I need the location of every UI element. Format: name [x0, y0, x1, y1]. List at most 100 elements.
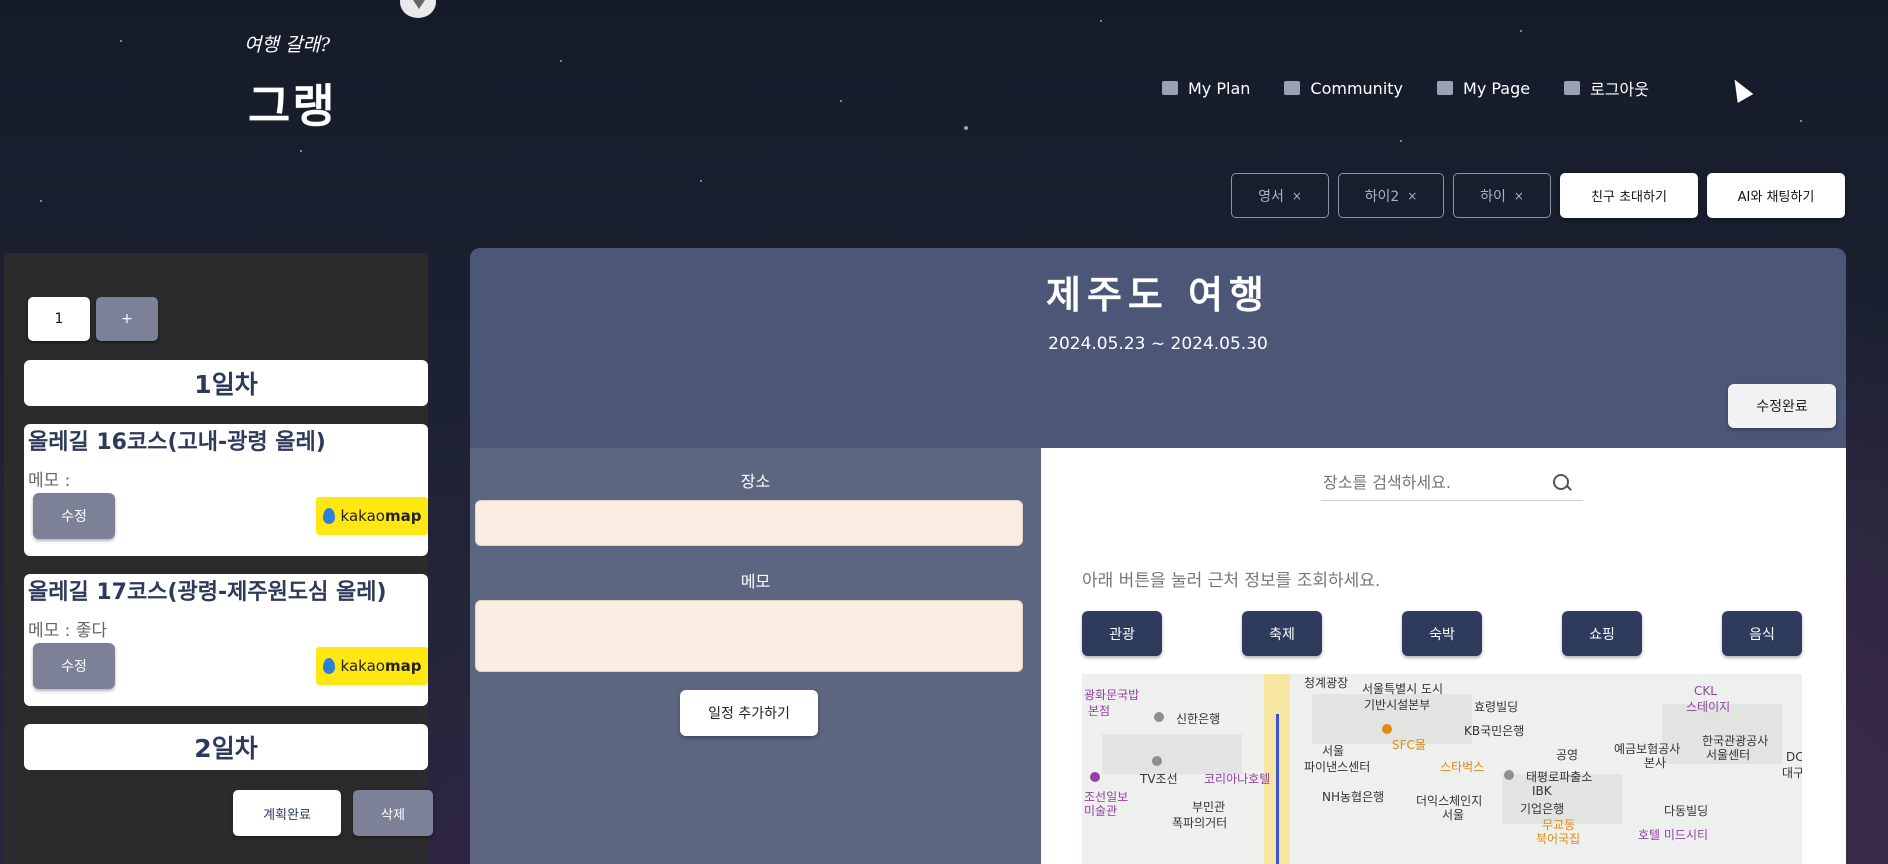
map-label: NH농협은행 [1322, 790, 1385, 804]
place-input[interactable] [475, 500, 1023, 546]
nav-my-page[interactable]: My Page [1437, 76, 1530, 100]
map-label: TV조선 [1140, 772, 1178, 786]
map-label: 청계광장 [1304, 676, 1349, 690]
edit-button[interactable]: 수정 [33, 493, 115, 539]
itinerary-sidebar: 1 + [4, 253, 428, 864]
map-label: 스타벅스 [1440, 760, 1485, 774]
category-food-button[interactable]: 음식 [1722, 611, 1802, 656]
map-label: 서울 [1322, 744, 1345, 758]
nav-label: My Page [1463, 78, 1531, 98]
map-label: 스테이지 [1686, 700, 1731, 714]
schedule-title: 올레길 16코스(고내-광령 올레) [28, 430, 326, 455]
invite-friend-button[interactable]: 친구 초대하기 [1560, 173, 1698, 218]
map-label: SFC몰 [1392, 738, 1426, 752]
trip-title: 제주도 여행 [1045, 273, 1271, 317]
trip-header: 제주도 여행 2024.05.23 ~ 2024.05.30 수정완료 [470, 248, 1846, 448]
nav-label: Community [1310, 78, 1404, 98]
add-day-button[interactable]: + [96, 297, 158, 341]
map-label: 기업은행 [1520, 802, 1565, 816]
map-label: 본사 [1644, 756, 1667, 770]
friend-name: 하이 [1480, 188, 1506, 205]
trip-dates: 2024.05.23 ~ 2024.05.30 [1048, 334, 1268, 354]
map-label: 미술관 [1084, 804, 1118, 818]
friend-name: 영서 [1258, 188, 1284, 205]
friend-name: 하이2 [1364, 188, 1400, 205]
map-label: 신한은행 [1176, 712, 1221, 726]
place-search [1321, 464, 1583, 501]
ai-chat-button[interactable]: AI와 채팅하기 [1707, 173, 1845, 218]
category-buttons: 관광 축제 숙박 쇼핑 음식 [1082, 611, 1802, 656]
brand-logo[interactable]: 그랭 [248, 70, 337, 136]
friend-chip[interactable]: 하이2 × [1338, 173, 1444, 218]
memo-textarea[interactable] [475, 600, 1023, 672]
map-label: 부민관 [1192, 800, 1226, 814]
map-label: 코리아나호텔 [1204, 772, 1271, 786]
map-pin-icon [322, 658, 335, 674]
memo-label: 메모 [740, 572, 771, 591]
map-label: 서울특별시 도시 [1362, 682, 1444, 696]
friend-chip[interactable]: 하이 × [1453, 173, 1551, 218]
category-lodging-button[interactable]: 숙박 [1402, 611, 1482, 656]
remove-icon[interactable]: × [1292, 189, 1302, 203]
trip-panel: 제주도 여행 2024.05.23 ~ 2024.05.30 수정완료 장소 메… [470, 248, 1846, 864]
day-header: 2일차 [24, 724, 428, 770]
schedule-card: 올레길 16코스(고내-광령 올레) 메모 : 수정 kakaomap [24, 424, 428, 556]
map-label: 다동빌딩 [1664, 804, 1709, 818]
complete-plan-button[interactable]: 계획완료 [233, 790, 341, 836]
friend-chips: 영서 × 하이2 × 하이 × 친구 초대하기 AI와 채팅하기 [1231, 173, 1845, 218]
friend-chip[interactable]: 영서 × [1231, 173, 1329, 218]
remove-icon[interactable]: × [1407, 189, 1417, 203]
document-icon [1564, 81, 1581, 95]
top-nav: My Plan Community My Page 로그아웃 [1162, 76, 1649, 100]
map-label: 대구 [1782, 766, 1802, 780]
day-header: 1일차 [24, 360, 428, 406]
map-label: 기반시설본부 [1364, 698, 1431, 712]
nav-community[interactable]: Community [1284, 76, 1403, 100]
schedule-title: 올레길 17코스(광령-제주원도심 올레) [28, 580, 387, 605]
kakao-label-bold: map [384, 657, 422, 675]
kakao-map-button[interactable]: kakaomap [316, 647, 428, 685]
map-label: 호텔 미드시티 [1638, 828, 1709, 842]
category-festival-button[interactable]: 축제 [1242, 611, 1322, 656]
search-input[interactable] [1321, 471, 1545, 493]
mouse-cursor-icon [1726, 74, 1754, 104]
kakao-label: kakao [340, 507, 385, 525]
category-shopping-button[interactable]: 쇼핑 [1562, 611, 1642, 656]
category-tourism-button[interactable]: 관광 [1082, 611, 1162, 656]
subway-line [1276, 714, 1279, 864]
place-label: 장소 [740, 472, 771, 491]
map-label: 태평로파출소 [1526, 770, 1593, 784]
map-view[interactable]: 광화문국밥 본점 신한은행 청계광장 서울특별시 도시 기반시설본부 효령빌딩 … [1082, 674, 1802, 864]
map-label: DC [1786, 750, 1802, 764]
nav-label: 로그아웃 [1590, 80, 1649, 99]
nav-my-plan[interactable]: My Plan [1162, 76, 1250, 100]
nav-logout[interactable]: 로그아웃 [1564, 76, 1649, 100]
document-icon [1437, 81, 1454, 95]
laptop-icon [1284, 81, 1301, 95]
map-pin-icon [322, 508, 335, 524]
map-panel: 아래 버튼을 눌러 근처 정보를 조회하세요. 관광 축제 숙박 쇼핑 음식 광… [1041, 448, 1846, 864]
scroll-top-button[interactable] [400, 0, 436, 18]
schedule-card: 올레길 17코스(광령-제주원도심 올레) 메모 : 좋다 수정 kakaoma… [24, 574, 428, 706]
schedule-form: 장소 메모 일정 추가하기 [470, 448, 1041, 864]
edit-done-button[interactable]: 수정완료 [1728, 384, 1836, 428]
add-schedule-button[interactable]: 일정 추가하기 [680, 690, 818, 736]
remove-icon[interactable]: × [1514, 189, 1524, 203]
map-label: CKL [1694, 684, 1717, 698]
nearby-hint: 아래 버튼을 눌러 근처 정보를 조회하세요. [1082, 571, 1381, 591]
search-icon[interactable] [1553, 474, 1569, 490]
kakao-map-button[interactable]: kakaomap [316, 497, 428, 535]
map-label: IBK [1532, 784, 1552, 798]
day-tab-1[interactable]: 1 [28, 297, 90, 341]
map-label: 서울 [1442, 808, 1465, 822]
dashboard-icon [1162, 81, 1178, 95]
day-tabs: 1 + [28, 297, 158, 341]
schedule-memo: 메모 : [28, 471, 71, 491]
kakao-label: kakao [340, 657, 385, 675]
delete-button[interactable]: 삭제 [353, 790, 433, 836]
brand-subtitle: 여행 갈래? [244, 34, 331, 56]
kakao-label-bold: map [384, 507, 422, 525]
map-label: 효령빌딩 [1474, 700, 1519, 714]
nav-label: My Plan [1188, 78, 1251, 98]
edit-button[interactable]: 수정 [33, 643, 115, 689]
